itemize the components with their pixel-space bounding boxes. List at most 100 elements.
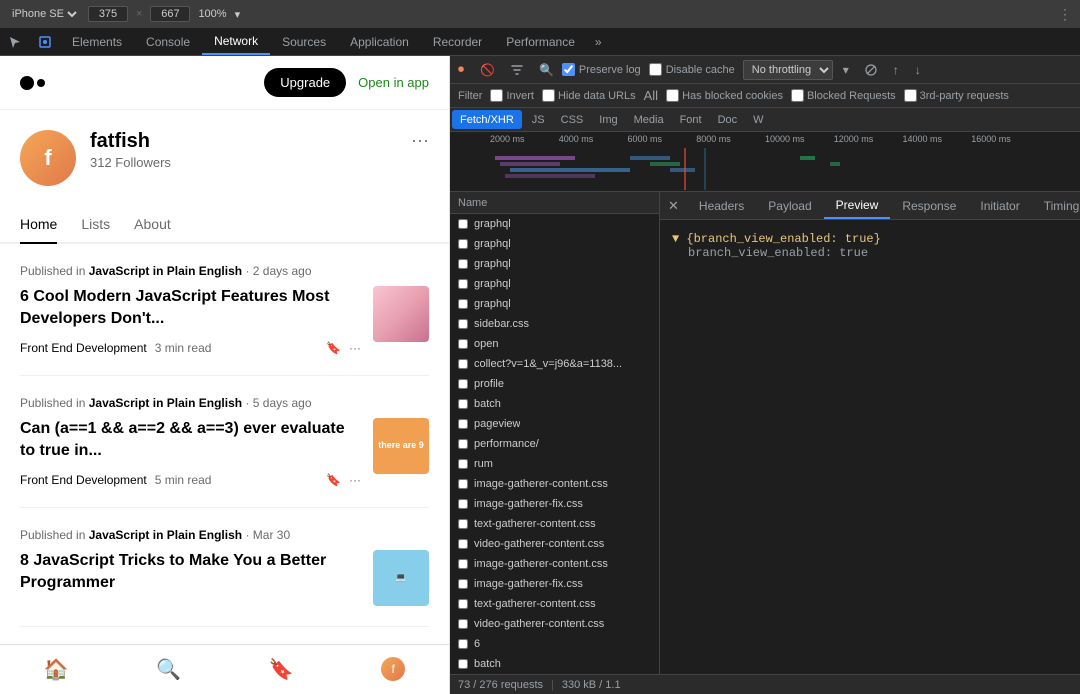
request-item[interactable]: collect?v=1&_v=j96&a=1138... — [450, 354, 659, 374]
detail-tab-response[interactable]: Response — [890, 192, 968, 219]
article-more-icon[interactable]: ··· — [349, 341, 361, 355]
request-item[interactable]: graphql — [450, 254, 659, 274]
clear-button[interactable]: 🚫 — [472, 56, 503, 83]
request-item[interactable]: graphql — [450, 214, 659, 234]
third-party-label[interactable]: 3rd-party requests — [904, 89, 1009, 102]
hide-data-urls-label[interactable]: Hide data URLs — [542, 89, 636, 102]
detail-tab-initiator[interactable]: Initiator — [968, 192, 1031, 219]
request-checkbox[interactable] — [458, 659, 468, 669]
height-input[interactable] — [150, 6, 190, 22]
more-tabs[interactable]: » — [587, 35, 610, 49]
request-checkbox[interactable] — [458, 479, 468, 489]
request-item[interactable]: profile — [450, 374, 659, 394]
profile-more-button[interactable]: ··· — [411, 130, 429, 151]
inspect-tool[interactable] — [30, 28, 60, 55]
type-tab-font[interactable]: Font — [672, 108, 710, 131]
request-item[interactable]: pageview — [450, 414, 659, 434]
article-title[interactable]: 8 JavaScript Tricks to Make You a Better… — [20, 550, 361, 595]
request-item[interactable]: batch — [450, 394, 659, 414]
article-tag[interactable]: Front End Development — [20, 473, 147, 487]
article-title[interactable]: 6 Cool Modern JavaScript Features Most D… — [20, 286, 361, 331]
request-checkbox[interactable] — [458, 579, 468, 589]
request-checkbox[interactable] — [458, 319, 468, 329]
bottom-nav-search[interactable]: 🔍 — [156, 657, 181, 682]
preserve-log-checkbox[interactable] — [562, 63, 575, 76]
upload-icon[interactable]: ↑ — [885, 56, 907, 83]
bookmark-icon[interactable]: 🔖 — [326, 341, 341, 355]
tab-sources[interactable]: Sources — [270, 28, 338, 55]
throttle-select[interactable]: No throttling — [743, 60, 833, 80]
tab-elements[interactable]: Elements — [60, 28, 134, 55]
search-button[interactable]: 🔍 — [531, 56, 562, 83]
cursor-tool[interactable] — [0, 28, 30, 55]
type-tab-js[interactable]: JS — [524, 108, 553, 131]
request-checkbox[interactable] — [458, 599, 468, 609]
request-checkbox[interactable] — [458, 219, 468, 229]
blocked-cookies-checkbox[interactable] — [666, 89, 679, 102]
download-icon[interactable]: ↓ — [907, 56, 929, 83]
tab-recorder[interactable]: Recorder — [421, 28, 494, 55]
blocked-requests-checkbox[interactable] — [791, 89, 804, 102]
request-checkbox[interactable] — [458, 379, 468, 389]
request-checkbox[interactable] — [458, 439, 468, 449]
request-item[interactable]: image-gatherer-fix.css — [450, 574, 659, 594]
request-checkbox[interactable] — [458, 559, 468, 569]
request-checkbox[interactable] — [458, 539, 468, 549]
request-item[interactable]: text-gatherer-content.css — [450, 594, 659, 614]
request-checkbox[interactable] — [458, 239, 468, 249]
request-checkbox[interactable] — [458, 639, 468, 649]
request-item[interactable]: image-gatherer-fix.css — [450, 494, 659, 514]
type-tab-fetch-xhr[interactable]: Fetch/XHR — [452, 110, 522, 129]
open-in-app-button[interactable]: Open in app — [358, 75, 429, 90]
type-tab-img[interactable]: Img — [591, 108, 625, 131]
bottom-nav-home[interactable]: 🏠 — [44, 657, 69, 682]
request-checkbox[interactable] — [458, 459, 468, 469]
request-item[interactable]: sidebar.css — [450, 314, 659, 334]
request-item[interactable]: graphql — [450, 294, 659, 314]
request-checkbox[interactable] — [458, 519, 468, 529]
bookmark-icon[interactable]: 🔖 — [326, 473, 341, 487]
disable-cache-label[interactable]: Disable cache — [649, 63, 735, 76]
detail-tab-timing[interactable]: Timing — [1032, 192, 1080, 219]
request-checkbox[interactable] — [458, 259, 468, 269]
detail-tab-preview[interactable]: Preview — [824, 192, 891, 219]
request-item[interactable]: graphql — [450, 234, 659, 254]
type-tab-css[interactable]: CSS — [553, 108, 592, 131]
request-checkbox[interactable] — [458, 619, 468, 629]
request-item[interactable]: text-gatherer-content.css — [450, 514, 659, 534]
detail-tab-payload[interactable]: Payload — [756, 192, 823, 219]
device-selector[interactable]: iPhone SE — [8, 7, 80, 21]
disable-cache-checkbox[interactable] — [649, 63, 662, 76]
nav-lists[interactable]: Lists — [81, 206, 110, 242]
request-checkbox[interactable] — [458, 299, 468, 309]
request-item[interactable]: video-gatherer-content.css — [450, 614, 659, 634]
blocked-requests-label[interactable]: Blocked Requests — [791, 89, 896, 102]
bottom-nav-bookmark[interactable]: 🔖 — [269, 657, 294, 682]
invert-checkbox[interactable] — [490, 89, 503, 102]
request-item[interactable]: 6 — [450, 634, 659, 654]
request-checkbox[interactable] — [458, 419, 468, 429]
request-item[interactable]: open — [450, 334, 659, 354]
tab-network[interactable]: Network — [202, 28, 270, 55]
request-checkbox[interactable] — [458, 499, 468, 509]
preserve-log-label[interactable]: Preserve log — [562, 63, 641, 76]
request-item[interactable]: image-gatherer-content.css — [450, 474, 659, 494]
request-checkbox[interactable] — [458, 279, 468, 289]
more-options-icon[interactable]: ⋮ — [1058, 6, 1072, 23]
filter-icon[interactable] — [503, 56, 531, 83]
type-tab-w[interactable]: W — [745, 108, 771, 131]
record-button[interactable]: ⏺ — [450, 56, 472, 83]
hide-data-urls-checkbox[interactable] — [542, 89, 555, 102]
nav-about[interactable]: About — [134, 206, 171, 242]
request-item[interactable]: batch — [450, 654, 659, 674]
offline-icon[interactable] — [857, 56, 885, 83]
throttle-chevron[interactable]: ▾ — [835, 56, 857, 83]
bottom-nav-profile[interactable]: f — [381, 657, 405, 682]
request-item[interactable]: rum — [450, 454, 659, 474]
request-checkbox[interactable] — [458, 359, 468, 369]
tab-application[interactable]: Application — [338, 28, 421, 55]
type-tab-media[interactable]: Media — [626, 108, 672, 131]
request-item[interactable]: video-gatherer-content.css — [450, 534, 659, 554]
upgrade-button[interactable]: Upgrade — [264, 68, 346, 97]
invert-label[interactable]: Invert — [490, 89, 534, 102]
